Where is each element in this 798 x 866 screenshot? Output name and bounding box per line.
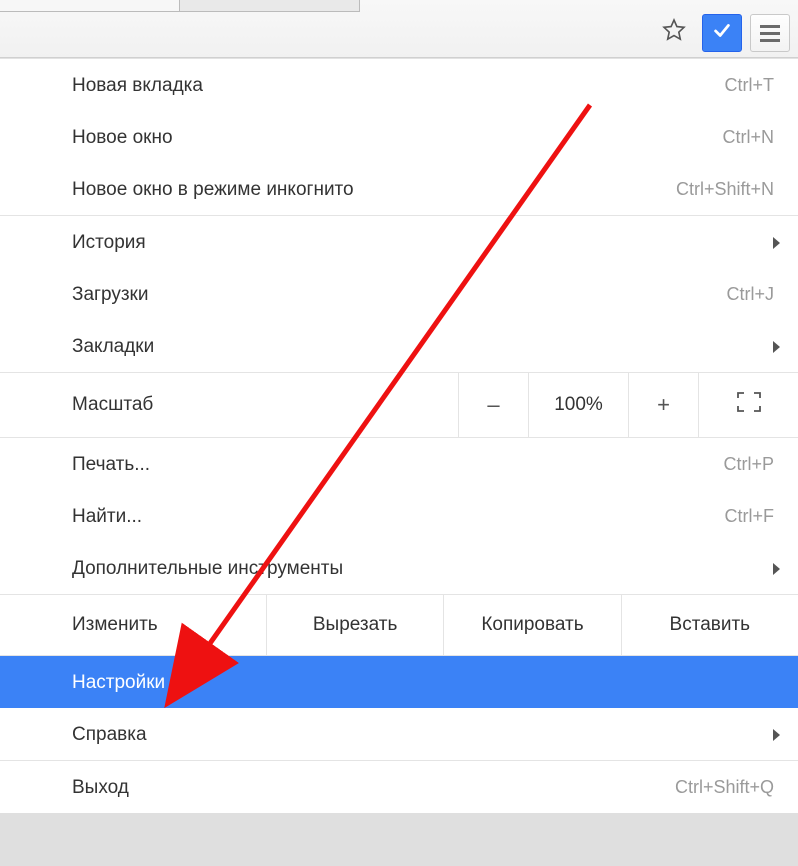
browser-toolbar [0, 0, 798, 58]
main-menu-button[interactable] [750, 14, 790, 52]
shortcut-text: Ctrl+J [726, 284, 774, 305]
bookmark-star-button[interactable] [654, 14, 694, 52]
menu-item-help[interactable]: Справка [0, 708, 798, 760]
menu-label: Справка [72, 724, 774, 746]
menu-item-history[interactable]: История [0, 216, 798, 268]
menu-label: Печать... [72, 454, 723, 476]
menu-label: Загрузки [72, 284, 726, 306]
menu-item-exit[interactable]: Выход Ctrl+Shift+Q [0, 761, 798, 813]
menu-label: Выход [72, 777, 675, 799]
zoom-label: Масштаб [72, 373, 458, 437]
submenu-caret-icon [773, 729, 780, 741]
shortcut-text: Ctrl+Shift+Q [675, 777, 774, 798]
main-menu: Новая вкладка Ctrl+T Новое окно Ctrl+N Н… [0, 58, 798, 813]
menu-label: История [72, 232, 774, 254]
submenu-caret-icon [773, 341, 780, 353]
menu-item-edit: Изменить Вырезать Копировать Вставить [0, 594, 798, 656]
shortcut-text: Ctrl+T [725, 75, 775, 96]
fullscreen-icon [736, 391, 762, 419]
menu-item-more-tools[interactable]: Дополнительные инструменты [0, 542, 798, 594]
menu-item-find[interactable]: Найти... Ctrl+F [0, 490, 798, 542]
zoom-value: 100% [528, 373, 628, 437]
menu-label: Найти... [72, 506, 725, 528]
menu-label: Дополнительные инструменты [72, 558, 774, 580]
checkmark-icon [711, 19, 733, 47]
menu-label: Закладки [72, 336, 774, 358]
shortcut-text: Ctrl+P [723, 454, 774, 475]
menu-item-downloads[interactable]: Загрузки Ctrl+J [0, 268, 798, 320]
menu-item-bookmarks[interactable]: Закладки [0, 320, 798, 372]
edit-label: Изменить [0, 595, 266, 655]
tab-strip-fragment [0, 0, 360, 12]
menu-item-new-window[interactable]: Новое окно Ctrl+N [0, 111, 798, 163]
menu-item-zoom: Масштаб – 100% + [0, 372, 798, 438]
menu-item-print[interactable]: Печать... Ctrl+P [0, 438, 798, 490]
menu-item-settings[interactable]: Настройки [0, 656, 798, 708]
copy-button[interactable]: Копировать [443, 595, 620, 655]
paste-button[interactable]: Вставить [621, 595, 798, 655]
shortcut-text: Ctrl+Shift+N [676, 179, 774, 200]
menu-label: Настройки [72, 672, 774, 694]
menu-label: Новое окно [72, 127, 722, 149]
cut-button[interactable]: Вырезать [266, 595, 443, 655]
menu-item-incognito[interactable]: Новое окно в режиме инкогнито Ctrl+Shift… [0, 163, 798, 215]
submenu-caret-icon [773, 563, 780, 575]
fullscreen-button[interactable] [698, 373, 798, 437]
menu-item-new-tab[interactable]: Новая вкладка Ctrl+T [0, 59, 798, 111]
zoom-in-button[interactable]: + [628, 373, 698, 437]
submenu-caret-icon [773, 237, 780, 249]
shortcut-text: Ctrl+F [725, 506, 775, 527]
menu-label: Новое окно в режиме инкогнито [72, 179, 676, 201]
menu-label: Новая вкладка [72, 75, 725, 97]
extension-button[interactable] [702, 14, 742, 52]
zoom-out-button[interactable]: – [458, 373, 528, 437]
hamburger-icon [760, 25, 780, 28]
shortcut-text: Ctrl+N [722, 127, 774, 148]
star-icon [662, 18, 686, 48]
chrome-menu-window: Новая вкладка Ctrl+T Новое окно Ctrl+N Н… [0, 0, 798, 813]
